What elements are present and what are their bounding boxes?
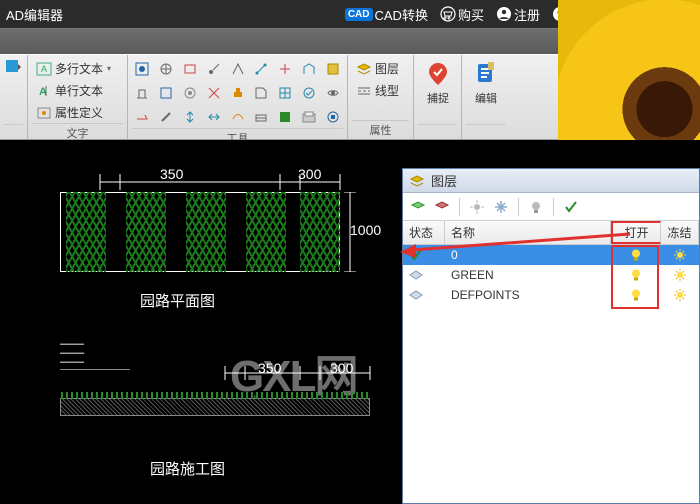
attrdef-button[interactable]: 属性定义 xyxy=(32,102,123,123)
col-open[interactable]: 打开 xyxy=(611,221,661,244)
layer-row-green[interactable]: GREEN xyxy=(403,265,699,285)
tool-btn-19[interactable] xyxy=(132,106,153,128)
layer-freeze-button[interactable] xyxy=(492,198,510,216)
tool-btn-20[interactable] xyxy=(156,106,177,128)
group-label-props: 属性 xyxy=(352,120,409,138)
tool-btn-25[interactable] xyxy=(275,106,296,128)
ribbon-group-props: 图层 线型 属性 xyxy=(348,55,414,139)
dim-350: 350 xyxy=(160,166,183,182)
tool-btn-11[interactable] xyxy=(156,82,177,104)
cad-convert-menu[interactable]: CAD CAD转换 xyxy=(345,5,428,24)
caption-constr: 园路施工图 xyxy=(150,458,225,479)
dim-350b: 350 xyxy=(258,360,281,376)
group-label-text: 文字 xyxy=(32,123,123,141)
layer-rhombus-icon xyxy=(409,270,423,280)
layer-new-button[interactable] xyxy=(409,198,427,216)
bulb-on-icon[interactable] xyxy=(629,248,643,262)
tool-btn-12[interactable] xyxy=(180,82,201,104)
tool-btn-4[interactable] xyxy=(203,58,224,80)
sun-icon[interactable] xyxy=(673,288,687,302)
caption-plan: 园路平面图 xyxy=(140,290,215,311)
tool-btn-22[interactable] xyxy=(203,106,224,128)
bulb-on-icon[interactable] xyxy=(629,268,643,282)
construction-drawing: ━━━━━━━━━━━━━━━ 350 300 xyxy=(60,340,370,416)
capture-button[interactable]: 捕捉 xyxy=(418,58,458,108)
multiline-text-button[interactable]: A多行文本▾ xyxy=(32,58,123,79)
ribbon-group-edit: 编辑 xyxy=(462,55,510,139)
tool-btn-21[interactable] xyxy=(180,106,201,128)
tool-btn-1[interactable] xyxy=(132,58,153,80)
cart-icon xyxy=(440,6,456,22)
tool-btn-16[interactable] xyxy=(275,82,296,104)
edit-button[interactable]: 编辑 xyxy=(466,58,506,108)
tool-btn-18[interactable] xyxy=(322,82,343,104)
app-title: AD编辑器 xyxy=(6,5,63,24)
bulb-on-icon[interactable] xyxy=(629,288,643,302)
col-freeze[interactable]: 冻结 xyxy=(661,221,699,244)
tool-btn-9[interactable] xyxy=(322,58,343,80)
tool-btn-17[interactable] xyxy=(298,82,319,104)
tool-btn-7[interactable] xyxy=(275,58,296,80)
layer-check-button[interactable] xyxy=(562,198,580,216)
svg-text:A: A xyxy=(41,64,47,74)
tool-btn-13[interactable] xyxy=(203,82,224,104)
sun-icon[interactable] xyxy=(673,268,687,282)
col-status[interactable]: 状态 xyxy=(403,221,445,244)
layers-header: 状态 名称 打开 冻结 xyxy=(403,221,699,245)
layer-row-0[interactable]: 0 xyxy=(403,245,699,265)
ribbon-group-tools: 工具 xyxy=(128,55,348,139)
layers-icon xyxy=(409,173,425,189)
register-menu[interactable]: 注册 xyxy=(496,5,540,24)
tool-btn-10[interactable] xyxy=(132,82,153,104)
dim-300: 300 xyxy=(298,166,321,182)
tool-btn-8[interactable] xyxy=(298,58,319,80)
menu-dropdown[interactable] xyxy=(4,58,23,81)
check-icon xyxy=(409,248,423,262)
linetype-button[interactable]: 线型 xyxy=(352,80,409,101)
layers-toolbar xyxy=(403,193,699,221)
layer-sun-button[interactable] xyxy=(468,198,486,216)
tool-btn-23[interactable] xyxy=(227,106,248,128)
dim-300b: 300 xyxy=(330,360,353,376)
ribbon-group-capture: 捕捉 xyxy=(414,55,462,139)
tool-btn-14[interactable] xyxy=(227,82,248,104)
layer-rhombus-icon xyxy=(409,290,423,300)
layer-button[interactable]: 图层 xyxy=(352,58,409,79)
col-name[interactable]: 名称 xyxy=(445,221,611,244)
layer-delete-button[interactable] xyxy=(433,198,451,216)
buy-menu[interactable]: 购买 xyxy=(440,5,484,24)
tool-btn-24[interactable] xyxy=(251,106,272,128)
cad-badge-icon: CAD xyxy=(345,8,373,21)
ribbon-group-text: A多行文本▾ A单行文本 属性定义 文字 xyxy=(28,55,128,139)
layers-panel-title[interactable]: 图层 xyxy=(403,169,699,193)
tool-btn-15[interactable] xyxy=(251,82,272,104)
tool-btn-2[interactable] xyxy=(156,58,177,80)
layer-bulb-button[interactable] xyxy=(527,198,545,216)
layers-panel[interactable]: 图层 状态 名称 打开 冻结 0 GREEN DEFPOINTS xyxy=(402,168,700,504)
tool-btn-6[interactable] xyxy=(251,58,272,80)
layer-row-defpoints[interactable]: DEFPOINTS xyxy=(403,285,699,305)
sun-icon[interactable] xyxy=(673,248,687,262)
tool-btn-27[interactable] xyxy=(322,106,343,128)
tool-btn-3[interactable] xyxy=(180,58,201,80)
tool-btn-5[interactable] xyxy=(227,58,248,80)
tool-btn-26[interactable] xyxy=(298,106,319,128)
ribbon-group-menu xyxy=(0,55,28,139)
user-icon xyxy=(496,6,512,22)
single-text-button[interactable]: A单行文本 xyxy=(32,80,123,101)
